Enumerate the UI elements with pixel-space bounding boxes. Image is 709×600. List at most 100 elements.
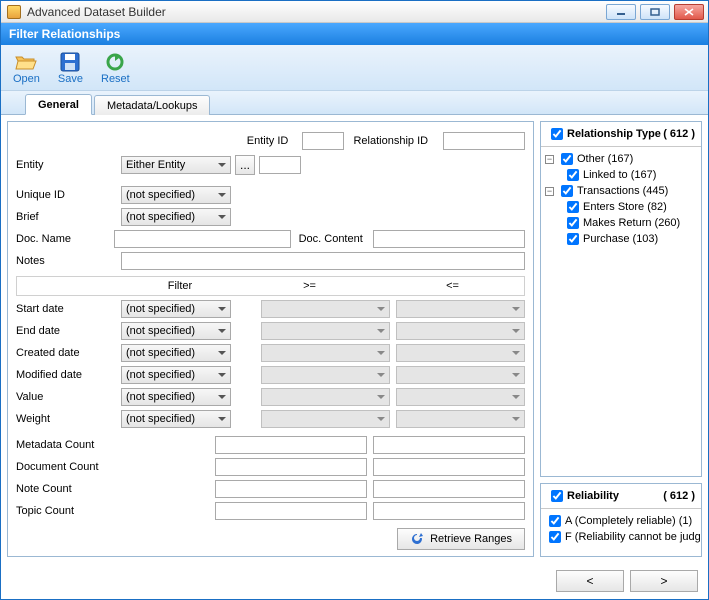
doc-name-row: Doc. Name Doc. Content	[16, 228, 525, 250]
reliability-title: Reliability	[567, 490, 619, 502]
entity-browse-button[interactable]: ...	[235, 155, 255, 175]
entity-code-input[interactable]	[259, 156, 301, 174]
reliability-list: A (Completely reliable) (1) F (Reliabili…	[541, 509, 701, 549]
reliability-f-checkbox[interactable]	[549, 531, 561, 543]
metadata-count-lte[interactable]	[373, 436, 525, 454]
tree-node-purchase[interactable]: Purchase (103)	[545, 231, 697, 247]
document-count-lte[interactable]	[373, 458, 525, 476]
open-label: Open	[13, 73, 40, 85]
weight-lte[interactable]	[396, 410, 525, 428]
transactions-checkbox[interactable]	[561, 185, 573, 197]
minimize-icon	[616, 8, 626, 16]
document-count-gte[interactable]	[215, 458, 367, 476]
created-date-lte[interactable]	[396, 344, 525, 362]
notes-label: Notes	[16, 255, 121, 267]
doc-name-label: Doc. Name	[16, 233, 114, 245]
metadata-count-gte[interactable]	[215, 436, 367, 454]
value-lte[interactable]	[396, 388, 525, 406]
brief-label: Brief	[16, 211, 121, 223]
modified-date-filter-select[interactable]: (not specified)	[121, 366, 231, 384]
collapse-icon[interactable]: −	[545, 155, 554, 164]
created-date-gte[interactable]	[261, 344, 390, 362]
makes-return-checkbox[interactable]	[567, 217, 579, 229]
value-filter-select[interactable]: (not specified)	[121, 388, 231, 406]
note-count-lte[interactable]	[373, 480, 525, 498]
notes-input[interactable]	[121, 252, 525, 270]
next-button[interactable]: >	[630, 570, 698, 592]
prev-button[interactable]: <	[556, 570, 624, 592]
note-count-gte[interactable]	[215, 480, 367, 498]
tab-metadata-lookups[interactable]: Metadata/Lookups	[94, 95, 211, 115]
created-date-filter-select[interactable]: (not specified)	[121, 344, 231, 362]
open-button[interactable]: Open	[7, 49, 46, 87]
doc-name-input[interactable]	[114, 230, 291, 248]
tree-node-other[interactable]: − Other (167)	[545, 151, 697, 167]
purchase-checkbox[interactable]	[567, 233, 579, 245]
reliability-f-label: F (Reliability cannot be judged) (6	[565, 531, 701, 543]
reliability-count: ( 612 )	[663, 490, 695, 502]
tree-node-transactions[interactable]: − Transactions (445)	[545, 183, 697, 199]
weight-gte[interactable]	[261, 410, 390, 428]
titlebar: Advanced Dataset Builder	[1, 1, 708, 23]
other-checkbox[interactable]	[561, 153, 573, 165]
reliability-a-checkbox[interactable]	[549, 515, 561, 527]
topic-count-lte[interactable]	[373, 502, 525, 520]
reset-label: Reset	[101, 73, 130, 85]
metadata-count-row: Metadata Count	[16, 434, 525, 456]
topic-count-gte[interactable]	[215, 502, 367, 520]
linked-to-checkbox[interactable]	[567, 169, 579, 181]
reliability-a-label: A (Completely reliable) (1)	[565, 515, 692, 527]
retrieve-ranges-button[interactable]: Retrieve Ranges	[397, 528, 525, 550]
close-icon	[684, 8, 694, 16]
weight-label: Weight	[16, 413, 121, 425]
tab-general[interactable]: General	[25, 94, 92, 115]
tree-node-enters-store[interactable]: Enters Store (82)	[545, 199, 697, 215]
maximize-button[interactable]	[640, 4, 670, 20]
end-date-lte[interactable]	[396, 322, 525, 340]
entity-row: Entity Either Entity ...	[16, 154, 525, 176]
unique-id-row: Unique ID (not specified)	[16, 184, 525, 206]
end-date-gte[interactable]	[261, 322, 390, 340]
collapse-icon[interactable]: −	[545, 187, 554, 196]
minimize-button[interactable]	[606, 4, 636, 20]
start-date-filter-select[interactable]: (not specified)	[121, 300, 231, 318]
general-panel: Entity ID Relationship ID Entity Either …	[7, 121, 534, 557]
metadata-count-label: Metadata Count	[16, 439, 215, 451]
folder-open-icon	[15, 51, 37, 73]
start-date-lte[interactable]	[396, 300, 525, 318]
brief-select[interactable]: (not specified)	[121, 208, 231, 226]
maximize-icon	[650, 8, 660, 16]
reset-button[interactable]: Reset	[95, 49, 136, 87]
relationship-type-all-checkbox[interactable]	[551, 128, 563, 140]
relationship-type-header: Relationship Type ( 612 )	[541, 122, 701, 147]
reliability-f[interactable]: F (Reliability cannot be judged) (6	[545, 529, 697, 545]
save-label: Save	[58, 73, 83, 85]
reliability-panel: Reliability ( 612 ) A (Completely reliab…	[540, 483, 702, 557]
relationship-id-label: Relationship ID	[353, 135, 443, 147]
unique-id-select[interactable]: (not specified)	[121, 186, 231, 204]
doc-content-input[interactable]	[373, 230, 525, 248]
tree-node-makes-return[interactable]: Makes Return (260)	[545, 215, 697, 231]
entity-id-input[interactable]	[302, 132, 344, 150]
reliability-header: Reliability ( 612 )	[541, 484, 701, 509]
value-gte[interactable]	[261, 388, 390, 406]
tree-node-linked-to[interactable]: Linked to (167)	[545, 167, 697, 183]
relationship-id-input[interactable]	[443, 132, 525, 150]
end-date-filter-select[interactable]: (not specified)	[121, 322, 231, 340]
unique-id-label: Unique ID	[16, 189, 121, 201]
save-button[interactable]: Save	[52, 49, 89, 87]
modified-date-gte[interactable]	[261, 366, 390, 384]
close-button[interactable]	[674, 4, 704, 20]
footer-nav: < >	[1, 563, 708, 599]
weight-filter-select[interactable]: (not specified)	[121, 410, 231, 428]
entity-select[interactable]: Either Entity	[121, 156, 231, 174]
start-date-gte[interactable]	[261, 300, 390, 318]
retrieve-ranges-label: Retrieve Ranges	[430, 533, 512, 545]
reset-icon	[104, 51, 126, 73]
created-date-row: Created date (not specified)	[16, 342, 525, 364]
reliability-a[interactable]: A (Completely reliable) (1)	[545, 513, 697, 529]
enters-store-checkbox[interactable]	[567, 201, 579, 213]
brief-row: Brief (not specified)	[16, 206, 525, 228]
reliability-all-checkbox[interactable]	[551, 490, 563, 502]
modified-date-lte[interactable]	[396, 366, 525, 384]
